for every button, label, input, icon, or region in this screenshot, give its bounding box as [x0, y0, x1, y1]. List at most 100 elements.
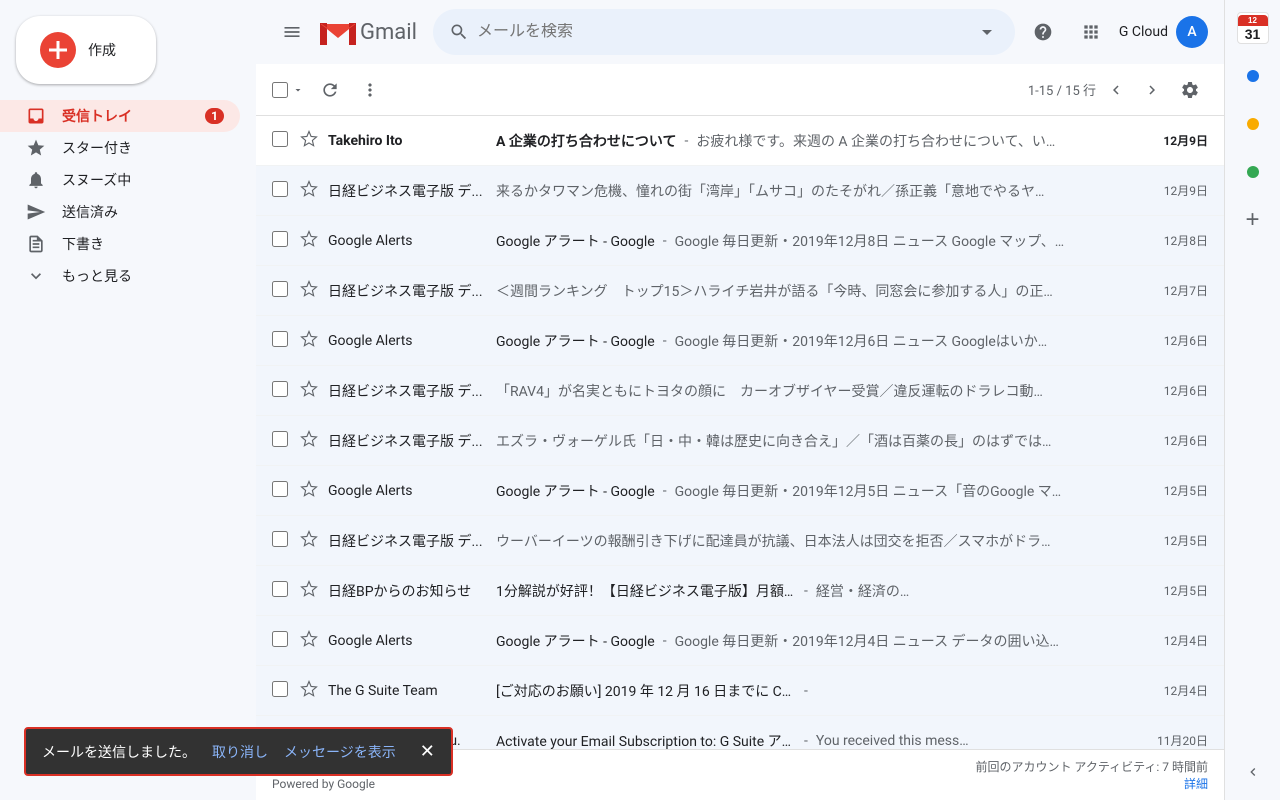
email-checkbox[interactable] [272, 181, 288, 197]
email-checkbox-area[interactable] [272, 181, 292, 201]
more-options-button[interactable] [352, 72, 388, 108]
email-checkbox[interactable] [272, 231, 288, 247]
email-star-button[interactable] [300, 530, 320, 552]
powered-by: Powered by Google [272, 777, 375, 791]
email-sender: 日経ビジネス電子版 デ... [328, 531, 488, 551]
email-checkbox[interactable] [272, 281, 288, 297]
email-body: Google アラート - Google- Google 毎日更新・2019年1… [496, 331, 1140, 351]
email-row[interactable]: 日経ビジネス電子版 デ... ＜週間ランキング トップ15＞ハライチ岩井が語る「… [256, 266, 1224, 316]
email-snippet: 「RAV4」が名実ともにトヨタの顔に カーオブザイヤー受賞／違反運転のドラレコ動… [496, 381, 1043, 401]
email-checkbox-area[interactable] [272, 131, 292, 151]
keep-button[interactable] [1233, 104, 1273, 144]
email-checkbox[interactable] [272, 331, 288, 347]
search-dropdown-icon[interactable] [975, 20, 999, 44]
help-icon [1033, 22, 1053, 42]
toast-view-button[interactable]: メッセージを表示 [284, 742, 396, 762]
email-star-button[interactable] [300, 680, 320, 702]
select-all-checkbox[interactable] [272, 82, 288, 98]
email-subject: Google アラート - Google [496, 231, 655, 251]
email-row[interactable]: 日経ビジネス電子版 デ... 来るかタワマン危機、憧れの街「湾岸」「ムサコ」のた… [256, 166, 1224, 216]
email-checkbox-area[interactable] [272, 231, 292, 251]
help-button[interactable] [1023, 12, 1063, 52]
email-star-button[interactable] [300, 430, 320, 452]
email-row[interactable]: 日経BPからのお知らせ 1分解説が好評！【日経ビジネス電子版】月額プランお申込み… [256, 566, 1224, 616]
compose-button[interactable]: 作成 [16, 16, 156, 84]
email-star-button[interactable] [300, 380, 320, 402]
email-checkbox-area[interactable] [272, 531, 292, 551]
email-checkbox[interactable] [272, 531, 288, 547]
email-row[interactable]: Google Alerts Google アラート - Google- Goog… [256, 216, 1224, 266]
starred-label: スター付き [62, 138, 224, 158]
email-checkbox[interactable] [272, 131, 288, 147]
menu-button[interactable] [272, 12, 312, 52]
sidebar-item-more[interactable]: もっと見る [0, 260, 240, 292]
apps-button[interactable] [1071, 12, 1111, 52]
email-date: 12月7日 [1148, 282, 1208, 299]
email-star-button[interactable] [300, 280, 320, 302]
email-row[interactable]: Google Alerts Google アラート - Google- Goog… [256, 316, 1224, 366]
select-all-area[interactable] [272, 72, 308, 108]
email-checkbox[interactable] [272, 431, 288, 447]
calendar-button[interactable]: 12 31 [1233, 8, 1273, 48]
keep-dot-icon [1247, 118, 1259, 130]
email-star-button[interactable] [300, 130, 320, 152]
email-row[interactable]: Takehiro Ito A 企業の打ち合わせについて- お疲れ様です。来週の … [256, 116, 1224, 166]
email-row[interactable]: 日経ビジネス電子版 デ... エズラ・ヴォーゲル氏「日・中・韓は歴史に向き合え」… [256, 416, 1224, 466]
email-checkbox-area[interactable] [272, 681, 292, 701]
email-date: 12月4日 [1148, 632, 1208, 649]
account-area[interactable]: G Cloud A [1119, 16, 1208, 48]
email-row[interactable]: 日経ビジネス電子版 デ... 「RAV4」が名実ともにトヨタの顔に カーオブザイ… [256, 366, 1224, 416]
email-checkbox-area[interactable] [272, 631, 292, 651]
email-date: 12月5日 [1148, 582, 1208, 599]
email-checkbox[interactable] [272, 681, 288, 697]
inbox-label: 受信トレイ [62, 106, 189, 126]
toast-close-button[interactable]: ✕ [420, 741, 435, 762]
details-link[interactable]: 詳細 [1184, 777, 1208, 791]
email-star-button[interactable] [300, 330, 320, 352]
email-checkbox[interactable] [272, 581, 288, 597]
settings-button[interactable] [1172, 72, 1208, 108]
sidebar: 作成 受信トレイ 1 スター付き スヌーズ中 送信済み 下書き [0, 0, 256, 800]
expand-panel-button[interactable] [1233, 752, 1273, 792]
refresh-button[interactable] [312, 72, 348, 108]
email-checkbox-area[interactable] [272, 381, 292, 401]
email-row[interactable]: 日経ビジネス電子版 デ... ウーバーイーツの報酬引き下げに配達員が抗議、日本法… [256, 516, 1224, 566]
email-star-button[interactable] [300, 230, 320, 252]
email-checkbox-area[interactable] [272, 281, 292, 301]
sidebar-item-snoozed[interactable]: スヌーズ中 [0, 164, 240, 196]
add-addon-button[interactable]: + [1233, 200, 1273, 240]
next-page-button[interactable] [1136, 74, 1168, 106]
email-checkbox-area[interactable] [272, 581, 292, 601]
email-checkbox-area[interactable] [272, 431, 292, 451]
email-checkbox[interactable] [272, 481, 288, 497]
email-body: 1分解説が好評！【日経ビジネス電子版】月額プランお申込み初月無料- 経営・経済の… [496, 581, 1140, 601]
email-date: 11月20日 [1148, 732, 1208, 749]
sidebar-item-drafts[interactable]: 下書き [0, 228, 240, 260]
email-subject: Google アラート - Google [496, 331, 655, 351]
contacts-button[interactable] [1233, 152, 1273, 192]
email-star-button[interactable] [300, 480, 320, 502]
email-checkbox[interactable] [272, 381, 288, 397]
email-checkbox[interactable] [272, 631, 288, 647]
prev-page-button[interactable] [1100, 74, 1132, 106]
select-dropdown-button[interactable] [288, 72, 308, 108]
search-input[interactable] [477, 23, 967, 41]
toast-undo-button[interactable]: 取り消し [212, 742, 268, 762]
pagination-text: 1-15 / 15 行 [1028, 80, 1096, 99]
email-row[interactable]: The G Suite Team [ご対応のお願い] 2019 年 12 月 1… [256, 666, 1224, 716]
email-star-button[interactable] [300, 580, 320, 602]
email-row[interactable]: Google Alerts Google アラート - Google- Goog… [256, 466, 1224, 516]
sidebar-item-sent[interactable]: 送信済み [0, 196, 240, 228]
email-row[interactable]: Google Alerts Google アラート - Google- Goog… [256, 616, 1224, 666]
sidebar-item-inbox[interactable]: 受信トレイ 1 [0, 100, 240, 132]
email-snippet: Google 毎日更新・2019年12月8日 ニュース Google マップ、… [675, 231, 1065, 251]
pagination: 1-15 / 15 行 [1028, 72, 1208, 108]
email-star-button[interactable] [300, 180, 320, 202]
send-icon [26, 202, 46, 222]
email-checkbox-area[interactable] [272, 331, 292, 351]
tasks-button[interactable] [1233, 56, 1273, 96]
email-subject: 1分解説が好評！【日経ビジネス電子版】月額プランお申込み初月無料 [496, 581, 796, 601]
sidebar-item-starred[interactable]: スター付き [0, 132, 240, 164]
email-star-button[interactable] [300, 630, 320, 652]
email-checkbox-area[interactable] [272, 481, 292, 501]
